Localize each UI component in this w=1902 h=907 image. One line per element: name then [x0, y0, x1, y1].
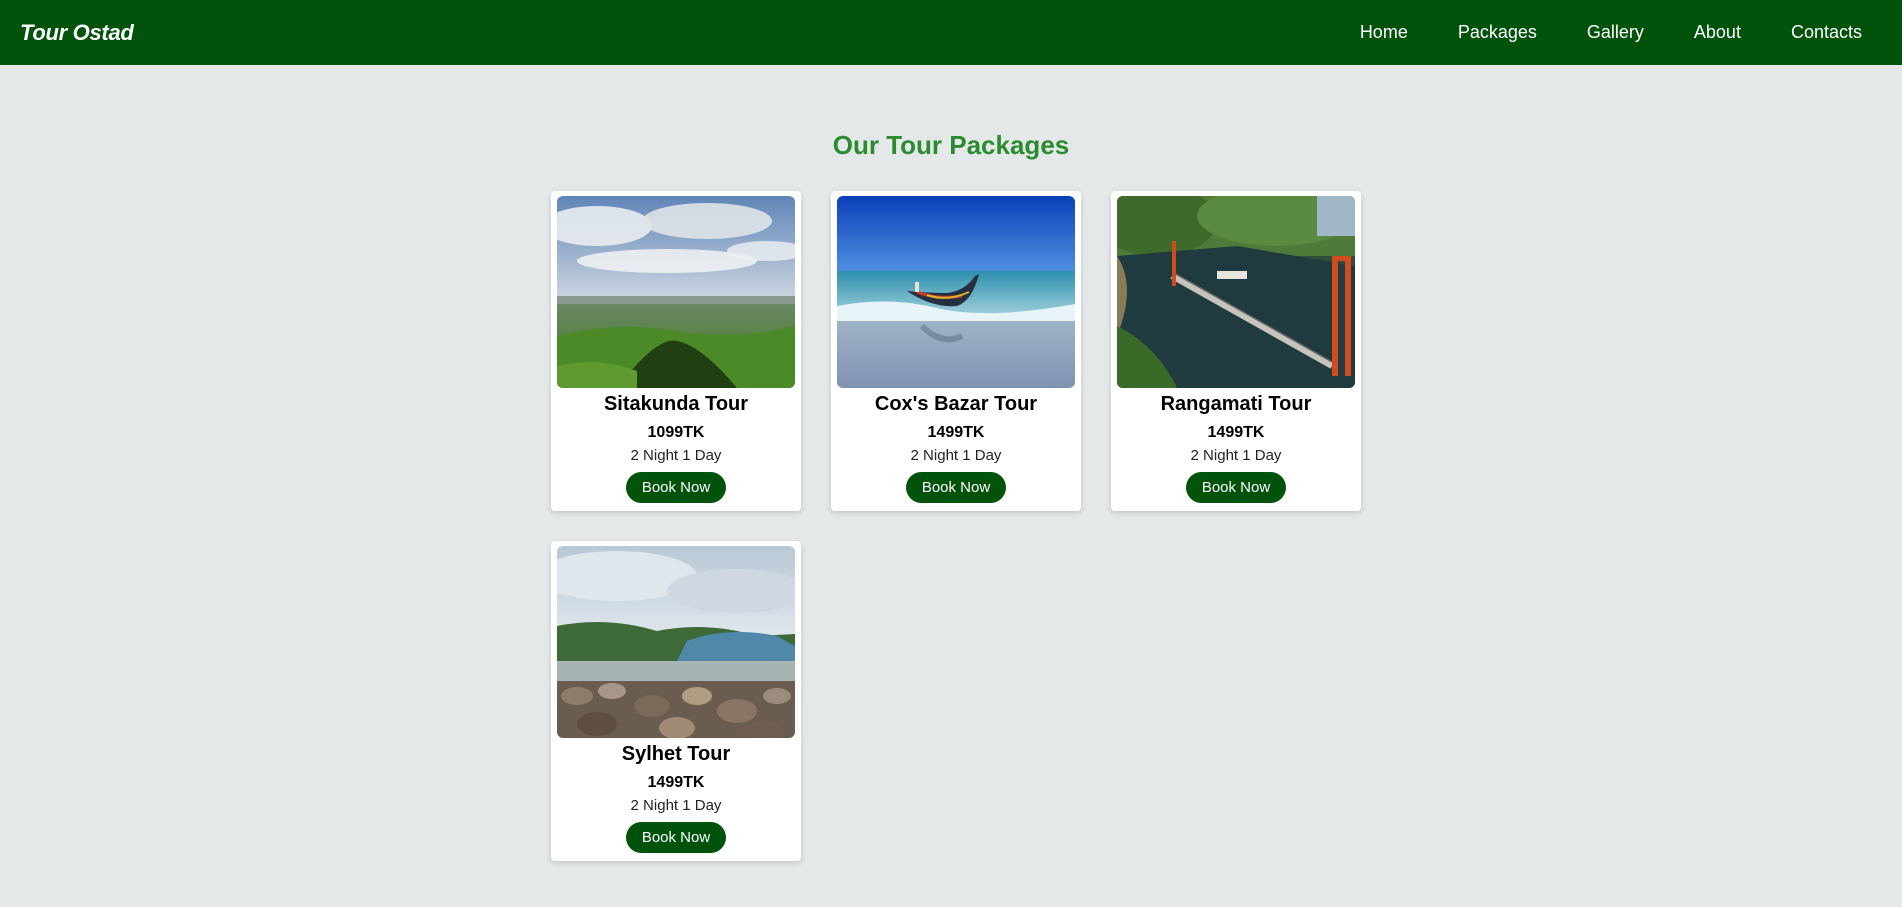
brand-logo[interactable]: Tour Ostad — [20, 20, 134, 46]
nav-link-packages[interactable]: Packages — [1458, 22, 1537, 43]
package-duration: 2 Night 1 Day — [630, 447, 722, 464]
package-duration: 2 Night 1 Day — [1190, 447, 1282, 464]
nav-link-home[interactable]: Home — [1360, 22, 1408, 43]
package-price: 1499TK — [927, 424, 985, 441]
package-price: 1099TK — [647, 424, 705, 441]
package-image-sylhet — [557, 546, 795, 738]
navbar: Tour Ostad Home Packages Gallery About C… — [0, 0, 1902, 65]
package-title: Sylhet Tour — [621, 743, 731, 765]
package-duration: 2 Night 1 Day — [630, 797, 722, 814]
nav-link-gallery[interactable]: Gallery — [1587, 22, 1644, 43]
nav-link-contacts[interactable]: Contacts — [1791, 22, 1862, 43]
package-card-coxs-bazar: Cox's Bazar Tour 1499TK 2 Night 1 Day Bo… — [831, 191, 1081, 511]
package-price: 1499TK — [1207, 424, 1265, 441]
package-title: Rangamati Tour — [1160, 393, 1312, 415]
book-now-button[interactable]: Book Now — [626, 822, 726, 853]
package-price: 1499TK — [647, 774, 705, 791]
package-image-sitakunda — [557, 196, 795, 388]
package-title: Cox's Bazar Tour — [874, 393, 1038, 415]
book-now-button[interactable]: Book Now — [1186, 472, 1286, 503]
nav-links: Home Packages Gallery About Contacts — [1310, 22, 1862, 43]
package-image-rangamati — [1117, 196, 1355, 388]
book-now-button[interactable]: Book Now — [626, 472, 726, 503]
book-now-button[interactable]: Book Now — [906, 472, 1006, 503]
package-card-sitakunda: Sitakunda Tour 1099TK 2 Night 1 Day Book… — [551, 191, 801, 511]
section-title: Our Tour Packages — [832, 130, 1070, 160]
package-title: Sitakunda Tour — [603, 393, 749, 415]
package-duration: 2 Night 1 Day — [910, 447, 1002, 464]
nav-link-about[interactable]: About — [1694, 22, 1741, 43]
package-card-rangamati: Rangamati Tour 1499TK 2 Night 1 Day Book… — [1111, 191, 1361, 511]
package-image-coxs-bazar — [837, 196, 1075, 388]
package-card-sylhet: Sylhet Tour 1499TK 2 Night 1 Day Book No… — [551, 541, 801, 861]
